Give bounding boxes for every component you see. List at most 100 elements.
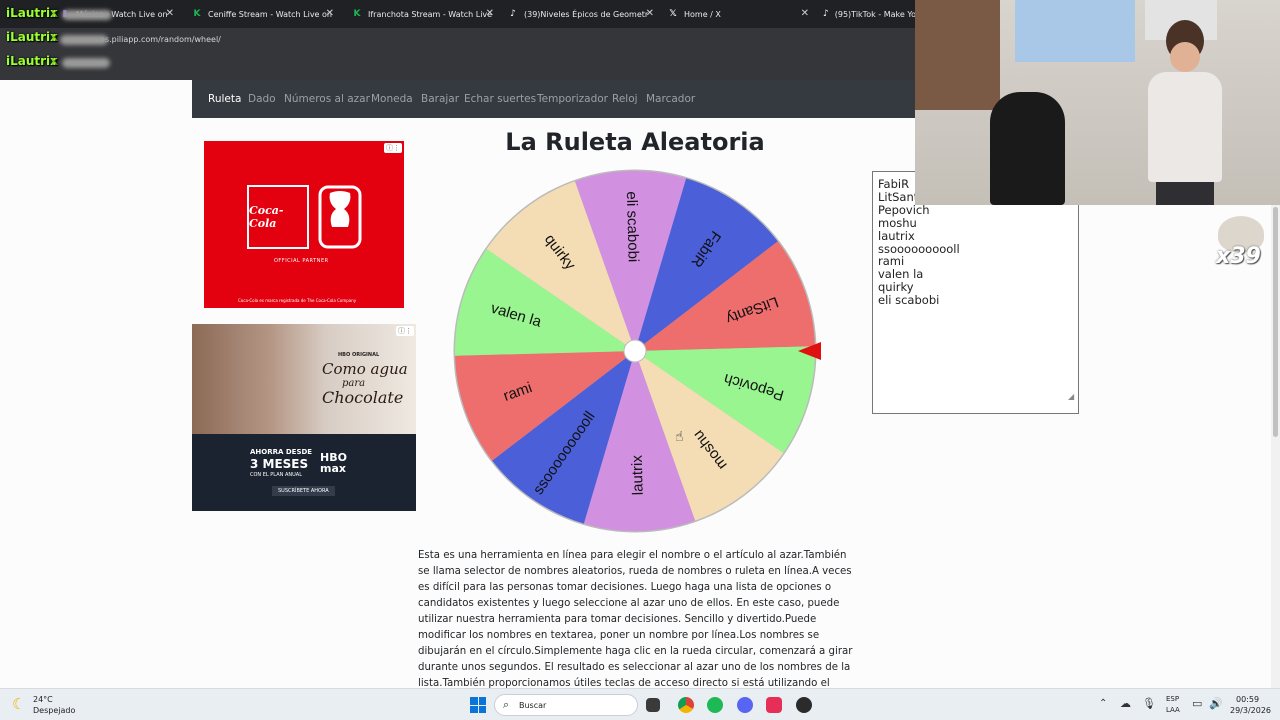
nav-item-barajar[interactable]: Barajar [421, 93, 459, 105]
search-icon: ⌕ [503, 698, 510, 711]
fifa-trophy-logo: FIFA [318, 185, 362, 249]
hbo-max-ad[interactable]: ⓘ⋮ HBO ORIGINAL Como agua para Chocolate… [192, 324, 416, 511]
bookmarks-bar [0, 54, 915, 80]
tiktok-icon: ♪ [510, 9, 516, 19]
hbo-max-logo: HBO max [320, 451, 347, 475]
microphone-icon[interactable]: 🎙 [1142, 697, 1156, 710]
offer-line3: CON EL PLAN ANUAL [250, 472, 302, 478]
file-explorer-icon[interactable] [646, 698, 660, 712]
page-scrollbar[interactable] [1271, 205, 1280, 688]
fifa-text: FIFA [328, 231, 348, 240]
tab-label: Ifranchota Stream - Watch Live [368, 9, 493, 19]
offer-line1: AHORRA DESDE [250, 448, 313, 456]
tab-label: Home / X [684, 9, 721, 19]
nav-item-numeros[interactable]: Números al azar [284, 93, 370, 105]
volume-icon[interactable]: 🔊 [1209, 697, 1223, 710]
textarea-line: eli scabobi [878, 293, 940, 308]
random-wheel[interactable]: eli scabobi FabiRLitSantyPepovichmoshulau… [450, 166, 822, 538]
clock-date[interactable]: 29/3/2026 [1230, 706, 1271, 715]
movie-title-line3: Chocolate [322, 388, 404, 407]
windows-taskbar: ☾ 24°C Despejado ⌕ Buscar ⌃ ☁ 🎙 ESP LAA … [0, 688, 1280, 720]
tray-chevron-icon[interactable]: ⌃ [1099, 698, 1107, 709]
clock-time[interactable]: 00:59 [1236, 695, 1259, 704]
wheel-center-hub[interactable] [623, 339, 647, 363]
obs-icon[interactable] [796, 697, 812, 713]
language-line1[interactable]: ESP [1166, 695, 1179, 703]
tab-label: (95)TikTok - Make You [834, 9, 915, 19]
close-icon[interactable]: ✕ [646, 8, 654, 19]
names-textarea[interactable]: FabiR LitSanty Pepovich moshu lautrix ssooooo… [872, 171, 1079, 414]
chat-separator: : [52, 6, 57, 20]
ad-info-icon[interactable]: ⓘ⋮ [396, 326, 414, 336]
windows-start-icon[interactable] [470, 697, 486, 713]
nav-item-reloj[interactable]: Reloj [612, 93, 638, 105]
browser-tab-bar: ▮ Música · Watch Live on ✕ K Ceniffe Str… [0, 0, 915, 28]
coca-cola-ad[interactable]: ⓘ⋮ Coca-Cola FIFA OFFICIAL PARTNER Coca-… [204, 141, 404, 308]
browser-tab[interactable]: ♪ (95)TikTok - Make You [815, 0, 915, 28]
textarea-line: lautrix [878, 228, 915, 243]
browser-tab[interactable]: K Ifranchota Stream - Watch Live ✕ [340, 0, 500, 28]
ad-legal-text: Coca-Cola es marca registrada de The Coc… [238, 298, 357, 303]
chat-separator: : [52, 54, 57, 68]
close-icon[interactable]: ✕ [326, 8, 334, 19]
chat-message-blurred [60, 35, 108, 45]
language-line2[interactable]: LAA [1166, 706, 1180, 714]
display-icon[interactable]: ▭ [1192, 697, 1202, 710]
tab-label: (39)Niveles Épicos de Geometr [524, 9, 649, 19]
webcam-person [1130, 20, 1240, 205]
page-title: La Ruleta Aleatoria [505, 128, 765, 156]
hand-cursor-icon: ☝ [675, 429, 684, 445]
weather-moon-icon: ☾ [12, 695, 26, 713]
chat-message-blurred [62, 58, 110, 68]
spotify-icon[interactable] [707, 697, 723, 713]
weather-temp[interactable]: 24°C [33, 695, 53, 704]
scrollbar-thumb[interactable] [1273, 207, 1278, 437]
nav-item-marcador[interactable]: Marcador [646, 93, 695, 105]
browser-tab[interactable]: 𝕏 Home / X ✕ [660, 0, 815, 28]
chat-message-blurred [62, 10, 112, 20]
close-icon[interactable]: ✕ [166, 8, 174, 19]
ad-photo [192, 324, 416, 434]
combo-counter: x39 [1216, 244, 1261, 269]
movie-title-line1: Como agua [322, 360, 408, 378]
nav-item-temporizador[interactable]: Temporizador [537, 93, 608, 105]
webcam-shelf [915, 0, 1000, 110]
ad-info-icon[interactable]: ⓘ⋮ [384, 143, 402, 153]
nav-item-dado[interactable]: Dado [248, 93, 276, 105]
chat-separator: : [52, 30, 57, 44]
nav-item-ruleta[interactable]: Ruleta [208, 93, 241, 105]
chat-username: iLautrix [6, 54, 58, 68]
tiktok-icon: ♪ [823, 9, 829, 19]
close-icon[interactable]: ✕ [486, 8, 494, 19]
site-navbar: Ruleta Dado Números al azar Moneda Baraj… [192, 80, 915, 118]
search-placeholder: Buscar [519, 701, 547, 710]
webcam-poster [1015, 0, 1135, 62]
chrome-icon[interactable] [678, 697, 694, 713]
webcam-overlay [915, 0, 1280, 205]
tiktok-app-icon[interactable] [766, 697, 782, 713]
discord-icon[interactable] [737, 697, 753, 713]
network-icon[interactable]: ☁ [1120, 697, 1131, 710]
textarea-resize-handle[interactable]: ◢ [1068, 392, 1074, 401]
browser-tab[interactable]: K Ceniffe Stream - Watch Live on ✕ [180, 0, 340, 28]
kick-icon: K [193, 9, 201, 19]
url-text[interactable]: es.piliapp.com/random/wheel/ [100, 35, 221, 44]
kick-icon: K [353, 9, 361, 19]
wheel-segment-label: eli scabobi [623, 191, 642, 262]
nav-item-echar-suertes[interactable]: Echar suertes [464, 93, 536, 105]
nav-item-moneda[interactable]: Moneda [371, 93, 413, 105]
description-text: Esta es una herramienta en línea para el… [418, 550, 853, 705]
subscribe-cta-button[interactable]: SUSCRÍBETE AHORA [272, 486, 335, 496]
chat-username: iLautrix [6, 30, 58, 44]
close-icon[interactable]: ✕ [801, 8, 809, 19]
weather-desc[interactable]: Despejado [33, 706, 75, 715]
coca-cola-logo: Coca-Cola [247, 185, 309, 249]
tab-label: Ceniffe Stream - Watch Live on [208, 9, 332, 19]
offer-line2: 3 MESES [250, 457, 309, 471]
address-bar[interactable]: es.piliapp.com/random/wheel/ [0, 28, 915, 54]
browser-tab[interactable]: ♪ (39)Niveles Épicos de Geometr ✕ [500, 0, 660, 28]
official-partner-text: OFFICIAL PARTNER [274, 258, 329, 264]
gaming-chair [990, 92, 1065, 205]
chat-username: iLautrix [6, 6, 58, 20]
taskbar-search-box[interactable]: ⌕ Buscar [494, 694, 638, 716]
